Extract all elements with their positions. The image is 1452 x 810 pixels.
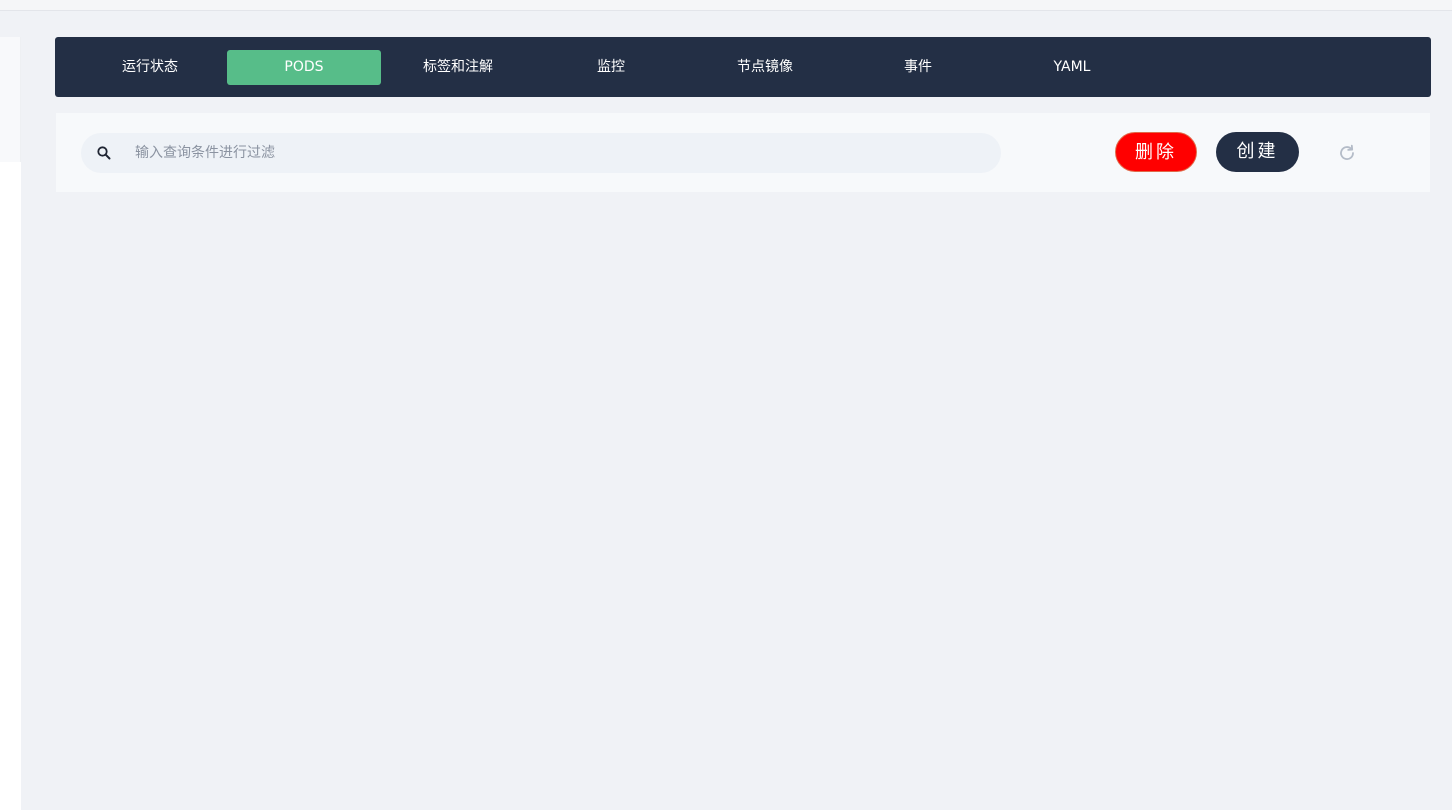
left-sidebar-header (0, 37, 21, 162)
search-icon (97, 146, 111, 160)
pods-toolbar: 删除 创建 (56, 113, 1430, 192)
create-button[interactable]: 创建 (1216, 132, 1299, 172)
tab-monitoring[interactable]: 监控 (534, 50, 688, 85)
search-input[interactable] (135, 133, 985, 173)
tab-yaml[interactable]: YAML (995, 50, 1149, 85)
detail-tab-bar: 运行状态 PODS 标签和注解 监控 节点镜像 事件 YAML (55, 37, 1431, 97)
tab-labels-annotations[interactable]: 标签和注解 (381, 50, 535, 85)
top-divider (0, 0, 1452, 11)
tab-pods[interactable]: PODS (227, 50, 381, 85)
search-box[interactable] (81, 133, 1001, 173)
tab-events[interactable]: 事件 (841, 50, 995, 85)
refresh-icon[interactable] (1337, 143, 1357, 163)
tab-node-images[interactable]: 节点镜像 (688, 50, 842, 85)
delete-button[interactable]: 删除 (1115, 132, 1197, 172)
tab-status[interactable]: 运行状态 (73, 50, 227, 85)
